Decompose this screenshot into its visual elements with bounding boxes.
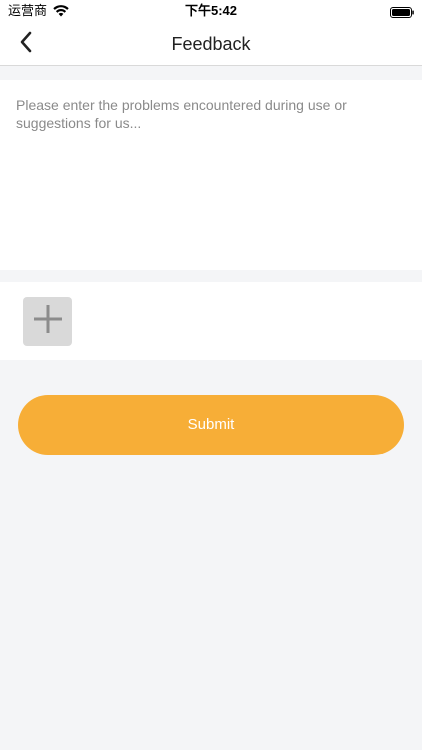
status-bar: 运营商 下午5:42 xyxy=(0,0,422,22)
image-upload-section xyxy=(0,282,422,360)
feedback-input[interactable] xyxy=(16,96,408,256)
status-time: 下午5:42 xyxy=(184,3,238,18)
plus-icon xyxy=(33,304,63,339)
battery-icon xyxy=(390,5,414,18)
nav-bar: Feedback xyxy=(0,22,422,66)
add-image-button[interactable] xyxy=(23,297,72,346)
submit-button[interactable]: Submit xyxy=(18,395,404,455)
page-title: Feedback xyxy=(171,34,251,54)
feedback-section xyxy=(0,80,422,270)
